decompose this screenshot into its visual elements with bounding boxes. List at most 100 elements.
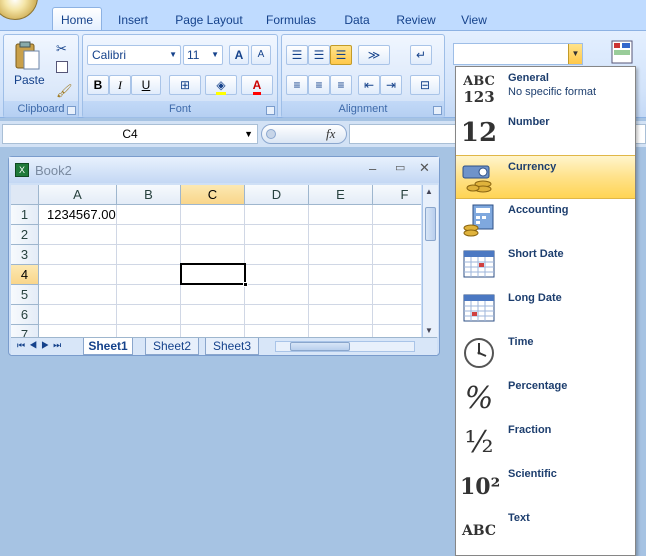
row-header-2[interactable]: 2 (11, 225, 39, 245)
insert-function-button[interactable]: fx (326, 126, 335, 142)
align-right-button[interactable]: ≡ (330, 75, 352, 95)
format-painter-icon[interactable]: 🖌 (56, 83, 73, 99)
align-middle-button[interactable]: ☰ (308, 45, 330, 65)
merge-center-button[interactable]: ⊟ (410, 75, 440, 95)
format-accounting[interactable]: Accounting (456, 199, 635, 243)
format-number[interactable]: 12 Number (456, 111, 635, 155)
font-size-select[interactable]: 11 ▼ (183, 45, 223, 65)
column-header-f[interactable]: F (373, 185, 421, 205)
row-header-1[interactable]: 1 (11, 205, 39, 225)
format-percentage[interactable]: % Percentage (456, 375, 635, 419)
sheet-tab-3[interactable]: Sheet3 (205, 338, 259, 355)
align-top-button[interactable]: ☰ (286, 45, 308, 65)
tab-review[interactable]: Review (390, 10, 442, 30)
font-name-select[interactable]: Calibri ▼ (87, 45, 181, 65)
format-scientific[interactable]: 10² Scientific (456, 463, 635, 507)
format-desc: No specific format (508, 86, 597, 98)
horizontal-scrollbar[interactable] (275, 341, 415, 352)
font-color-button[interactable]: A (241, 75, 273, 95)
tab-page-layout[interactable]: Page Layout (168, 10, 250, 30)
wrap-text-button[interactable]: ↵ (410, 45, 432, 65)
cut-icon[interactable]: ✂ (56, 41, 67, 57)
chevron-down-icon[interactable]: ▼ (568, 44, 582, 64)
format-text[interactable]: ABC Text (456, 507, 635, 551)
expand-icon[interactable] (266, 129, 276, 139)
align-bottom-button[interactable]: ☰ (330, 45, 352, 65)
sheet-nav-icons[interactable]: ⏮◀▶⏭ (17, 340, 65, 351)
format-time[interactable]: Time (456, 331, 635, 375)
tab-insert[interactable]: Insert (110, 10, 156, 30)
column-header-c[interactable]: C (181, 185, 245, 205)
underline-button[interactable]: U (131, 75, 161, 95)
percent-icon: % (464, 381, 494, 416)
shrink-font-button[interactable]: A (251, 45, 271, 65)
format-general[interactable]: ABC 123 General No specific format (456, 67, 635, 111)
name-box[interactable]: C4 ▼ (2, 124, 258, 144)
worksheet-grid[interactable]: A B C D E F 1 2 3 4 5 6 7 1234567.00 (11, 185, 421, 337)
format-fraction[interactable]: ½ Fraction (456, 419, 635, 463)
vertical-scrollbar[interactable]: ▲ ▼ (422, 185, 438, 337)
scroll-up-icon[interactable]: ▲ (425, 187, 433, 196)
align-left-button[interactable]: ≡ (286, 75, 308, 95)
gridline (39, 324, 421, 325)
fill-color-button[interactable]: ◈ (205, 75, 237, 95)
align-center-button[interactable]: ≡ (308, 75, 330, 95)
align-middle-icon: ☰ (313, 48, 325, 62)
paste-label[interactable]: Paste (14, 73, 45, 87)
fraction-icon: ½ (464, 425, 494, 460)
tab-view[interactable]: View (452, 10, 496, 30)
cell-a1[interactable]: 1234567.00 (47, 207, 116, 222)
number-format-dropdown: ABC 123 General No specific format 12 Num… (455, 66, 636, 556)
conditional-formatting-icon[interactable] (608, 39, 638, 69)
alignment-dialog-launcher[interactable] (433, 106, 442, 115)
number-format-combo[interactable]: ▼ (453, 43, 583, 65)
sheet-tab-1[interactable]: Sheet1 (83, 338, 133, 355)
name-box-value: C4 (122, 127, 138, 141)
row-header-7[interactable]: 7 (11, 325, 39, 337)
fill-handle[interactable] (243, 282, 248, 287)
format-long-date[interactable]: Long Date (456, 287, 635, 331)
close-icon[interactable]: ✕ (419, 160, 430, 176)
borders-button[interactable]: ⊞ (169, 75, 201, 95)
sheet-tab-2[interactable]: Sheet2 (145, 338, 199, 355)
format-name: Short Date (508, 248, 564, 260)
tab-formulas[interactable]: Formulas (260, 10, 322, 30)
row-header-5[interactable]: 5 (11, 285, 39, 305)
restore-icon[interactable]: ▭ (395, 161, 405, 174)
tab-data[interactable]: Data (334, 10, 380, 30)
format-name: Scientific (508, 468, 557, 480)
chevron-down-icon: ▼ (211, 50, 219, 59)
select-all-corner[interactable] (11, 185, 39, 205)
increase-indent-button[interactable]: ⇥ (380, 75, 402, 95)
scientific-icon: 10² (460, 474, 501, 500)
row-header-3[interactable]: 3 (11, 245, 39, 265)
minimize-icon[interactable]: – (369, 161, 376, 176)
format-short-date[interactable]: Short Date (456, 243, 635, 287)
row-header-6[interactable]: 6 (11, 305, 39, 325)
italic-button[interactable]: I (109, 75, 131, 95)
grow-font-button[interactable]: A (229, 45, 249, 65)
column-header-a[interactable]: A (39, 185, 117, 205)
font-dialog-launcher[interactable] (266, 106, 275, 115)
row-header-4[interactable]: 4 (11, 265, 39, 285)
gridline (39, 304, 421, 305)
decrease-indent-button[interactable]: ⇤ (358, 75, 380, 95)
orientation-icon: ≫ (367, 48, 381, 62)
scroll-down-icon[interactable]: ▼ (425, 326, 433, 335)
column-header-e[interactable]: E (309, 185, 373, 205)
active-cell-c4[interactable] (180, 263, 248, 287)
paste-icon[interactable] (12, 41, 42, 71)
bold-button[interactable]: B (87, 75, 109, 95)
copy-icon[interactable] (56, 61, 68, 73)
h-scroll-thumb[interactable] (290, 342, 350, 351)
gridline (372, 205, 373, 337)
orientation-button[interactable]: ≫ (358, 45, 390, 65)
wrap-text-icon: ↵ (415, 48, 427, 62)
column-header-d[interactable]: D (245, 185, 309, 205)
chevron-down-icon: ▼ (169, 50, 177, 59)
scroll-thumb[interactable] (425, 207, 436, 241)
tab-home[interactable]: Home (52, 7, 102, 31)
column-header-b[interactable]: B (117, 185, 181, 205)
format-currency[interactable]: Currency (456, 155, 635, 199)
clipboard-dialog-launcher[interactable] (67, 106, 76, 115)
